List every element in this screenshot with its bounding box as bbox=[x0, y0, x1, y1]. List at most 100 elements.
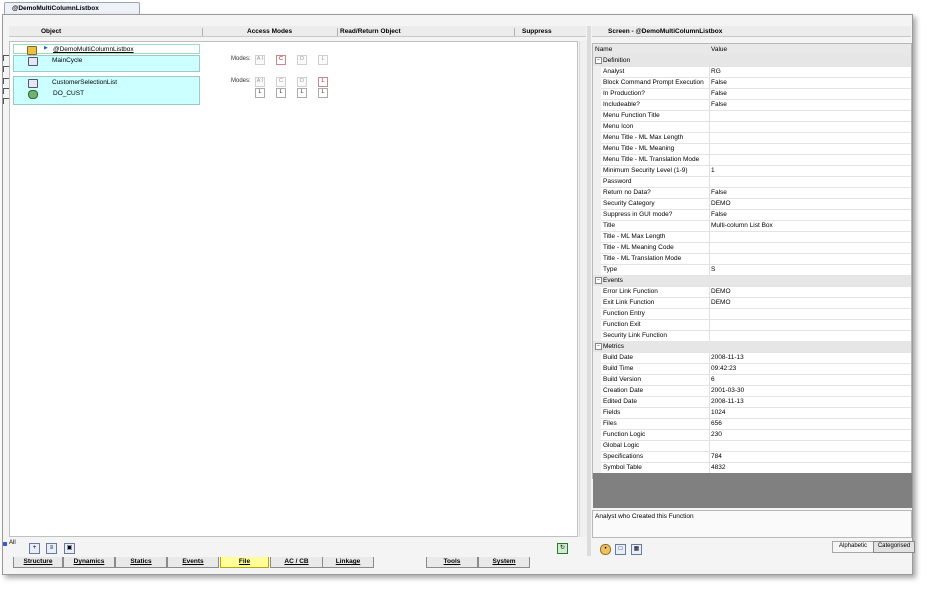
property-value[interactable]: False bbox=[711, 99, 727, 110]
tree-node-customer-list[interactable]: CustomerSelectionList DO_CUST bbox=[13, 76, 200, 105]
collapse-icon[interactable]: − bbox=[595, 343, 602, 350]
column-access-modes[interactable]: Access Modes bbox=[247, 26, 292, 37]
collapse-icon[interactable]: − bbox=[595, 57, 602, 64]
gutter-marker[interactable] bbox=[3, 66, 9, 72]
property-value[interactable]: 230 bbox=[711, 429, 722, 440]
property-value[interactable]: 4832 bbox=[711, 462, 725, 473]
property-value[interactable]: 2008-11-13 bbox=[711, 396, 744, 407]
property-name: Fields bbox=[603, 407, 710, 418]
property-value[interactable]: DEMO bbox=[711, 198, 731, 209]
property-value[interactable]: DEMO bbox=[711, 297, 731, 308]
column-separator[interactable] bbox=[202, 28, 203, 36]
tab-ac-cb[interactable]: AC / CB bbox=[270, 557, 323, 568]
row-gutter bbox=[593, 330, 601, 341]
property-value[interactable]: 1 bbox=[711, 165, 715, 176]
property-name: Return no Data? bbox=[603, 187, 710, 198]
tab-structure[interactable]: Structure bbox=[13, 557, 63, 568]
insert-object-icon[interactable]: ▣ bbox=[64, 543, 75, 554]
mode-list-toggle[interactable]: L bbox=[318, 88, 328, 98]
categorised-button[interactable]: Categorised bbox=[873, 541, 915, 553]
property-value[interactable]: 09:42:23 bbox=[711, 363, 736, 374]
property-name: Title - ML Meaning Code bbox=[603, 242, 710, 253]
column-name[interactable]: Name bbox=[595, 44, 612, 55]
alphabetic-button[interactable]: Alphabetic bbox=[832, 541, 874, 553]
property-value[interactable]: 1024 bbox=[711, 407, 725, 418]
row-gutter bbox=[593, 198, 601, 209]
property-value[interactable]: False bbox=[711, 88, 727, 99]
mode-delete-toggle[interactable]: D bbox=[297, 77, 307, 87]
collapse-icon[interactable]: − bbox=[595, 277, 602, 284]
tab-system[interactable]: System bbox=[478, 557, 530, 568]
column-value[interactable]: Value bbox=[711, 44, 727, 55]
tree-node-root[interactable]: ▶ @DemoMultiColumnListbox bbox=[13, 44, 200, 55]
mode-delete-toggle[interactable]: D bbox=[297, 55, 307, 65]
property-name: Specifications bbox=[603, 451, 710, 462]
mode-list-toggle[interactable]: L bbox=[318, 77, 328, 87]
column-read-return[interactable]: Read/Return Object bbox=[340, 26, 401, 37]
row-gutter bbox=[593, 154, 601, 165]
property-value[interactable]: RG bbox=[711, 66, 721, 77]
column-suppress[interactable]: Suppress bbox=[522, 26, 552, 37]
row-gutter bbox=[593, 297, 601, 308]
mode-change-toggle[interactable]: C bbox=[276, 77, 286, 87]
tab-statics[interactable]: Statics bbox=[115, 557, 167, 568]
property-value[interactable]: 784 bbox=[711, 451, 722, 462]
gutter-marker[interactable] bbox=[3, 78, 9, 84]
row-gutter bbox=[593, 187, 601, 198]
property-name: Block Command Prompt Execution bbox=[603, 77, 710, 88]
tab-dynamics[interactable]: Dynamics bbox=[63, 557, 115, 568]
properties-grid-icon[interactable]: ▦ bbox=[631, 544, 642, 555]
property-name: Includeable? bbox=[603, 99, 710, 110]
row-gutter bbox=[593, 319, 601, 330]
property-value[interactable]: False bbox=[711, 209, 727, 220]
category-label: Definition bbox=[603, 57, 631, 64]
panel-splitter[interactable] bbox=[587, 26, 591, 556]
tree-node-main-cycle[interactable]: MainCycle bbox=[13, 55, 200, 72]
tree-vertical-scrollbar[interactable] bbox=[579, 41, 587, 537]
row-gutter bbox=[593, 231, 601, 242]
property-value[interactable]: 6 bbox=[711, 374, 715, 385]
add-field-icon[interactable]: ≡ bbox=[46, 543, 57, 554]
tree-node-label: DO_CUST bbox=[53, 90, 85, 97]
row-gutter bbox=[593, 165, 601, 176]
mode-list-toggle[interactable]: L bbox=[255, 88, 265, 98]
row-gutter bbox=[593, 363, 601, 374]
mode-list-toggle[interactable]: L bbox=[297, 88, 307, 98]
row-gutter bbox=[593, 242, 601, 253]
mode-change-toggle[interactable]: C bbox=[276, 55, 286, 65]
tab-linkage[interactable]: Linkage bbox=[322, 557, 374, 568]
gutter-marker[interactable] bbox=[3, 98, 9, 104]
expand-arrow-icon[interactable]: ▶ bbox=[44, 44, 48, 53]
tab-file[interactable]: File bbox=[220, 557, 269, 568]
property-value[interactable]: False bbox=[711, 187, 727, 198]
property-value[interactable]: False bbox=[711, 77, 727, 88]
add-object-icon[interactable]: + bbox=[29, 543, 40, 554]
property-value[interactable]: Multi-column List Box bbox=[711, 220, 773, 231]
properties-edit-icon[interactable]: • bbox=[600, 544, 611, 555]
tab-events[interactable]: Events bbox=[167, 557, 219, 568]
gutter-marker[interactable] bbox=[3, 88, 9, 94]
mode-add-inquire-toggle[interactable]: A I bbox=[255, 77, 265, 87]
property-name: In Production? bbox=[603, 88, 710, 99]
column-separator[interactable] bbox=[514, 28, 515, 36]
property-value[interactable]: 656 bbox=[711, 418, 722, 429]
property-value[interactable]: S bbox=[711, 264, 715, 275]
tree-node-label: MainCycle bbox=[52, 57, 83, 64]
property-value[interactable]: 2001-03-30 bbox=[711, 385, 744, 396]
mode-add-inquire-toggle[interactable]: A I bbox=[255, 55, 265, 65]
property-value[interactable]: DEMO bbox=[711, 286, 731, 297]
refresh-icon[interactable]: ↻ bbox=[557, 543, 568, 554]
mode-list-toggle[interactable]: L bbox=[276, 88, 286, 98]
column-separator[interactable] bbox=[337, 28, 338, 36]
properties-copy-icon[interactable]: □ bbox=[615, 544, 626, 555]
properties-grid: Name Value − Definition Analyst RG Block Com… bbox=[592, 43, 912, 479]
row-gutter bbox=[593, 121, 601, 132]
column-object[interactable]: Object bbox=[41, 26, 61, 37]
property-name: Security Category bbox=[603, 198, 710, 209]
property-name: Edited Date bbox=[603, 396, 710, 407]
property-value[interactable]: 2008-11-13 bbox=[711, 352, 744, 363]
tab-tools[interactable]: Tools bbox=[426, 557, 478, 568]
mode-list-toggle[interactable]: L bbox=[318, 55, 328, 65]
gutter-marker[interactable] bbox=[3, 55, 9, 61]
all-filter[interactable]: All bbox=[3, 540, 23, 551]
